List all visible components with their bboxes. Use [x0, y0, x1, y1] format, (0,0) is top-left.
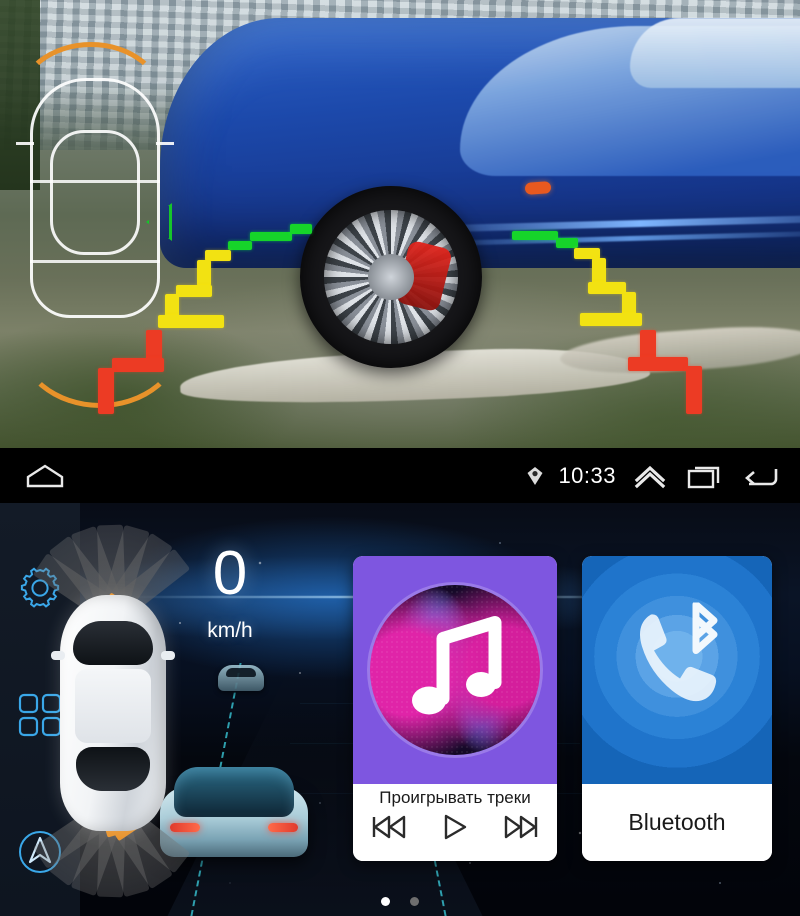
guideline-seg — [98, 368, 114, 414]
page-dot-1[interactable] — [381, 897, 390, 906]
page-dot-2[interactable] — [410, 897, 419, 906]
guideline-seg — [588, 282, 626, 294]
album-art — [367, 582, 543, 758]
bluetooth-widget-title: Bluetooth — [628, 809, 726, 835]
chevron-up-icon[interactable] — [624, 448, 676, 503]
music-note-icon — [403, 613, 507, 728]
guideline-seg — [512, 231, 558, 240]
guideline-seg — [112, 358, 164, 372]
clock-label: 10:33 — [558, 462, 616, 488]
guideline-seg — [580, 313, 642, 326]
guideline-seg — [250, 232, 292, 241]
camera-car-wheel — [300, 186, 482, 368]
status-clock: 10:33 — [550, 448, 624, 503]
music-artwork-panel — [353, 556, 557, 784]
bluetooth-icon-panel — [582, 556, 772, 784]
page-indicator — [0, 897, 800, 906]
guideline-seg — [158, 315, 224, 328]
skip-previous-icon[interactable] — [371, 814, 407, 840]
recent-apps-icon[interactable] — [676, 448, 734, 503]
guideline-seg — [290, 224, 312, 234]
home-icon[interactable] — [22, 459, 68, 493]
bluetooth-phone-icon — [618, 600, 736, 719]
home-screen: 0 km/h Проигрывать треки Bluetooth — [0, 503, 800, 916]
bluetooth-label-panel: Bluetooth — [582, 784, 772, 861]
guideline-seg — [592, 258, 606, 284]
camera-car-window — [630, 18, 800, 88]
guideline-seg — [197, 260, 211, 286]
android-navigation-bar: 10:33 — [0, 448, 800, 503]
guideline-seg — [228, 241, 252, 250]
road-car-distant — [218, 665, 264, 691]
camera-side-reflector — [524, 181, 552, 195]
guideline-seg — [686, 366, 702, 414]
music-widget[interactable]: Проигрывать треки — [353, 556, 557, 861]
bluetooth-widget[interactable]: Bluetooth — [582, 556, 772, 861]
own-vehicle-top-view — [51, 595, 175, 831]
music-widget-title: Проигрывать треки — [379, 788, 531, 807]
guideline-seg — [556, 238, 578, 248]
music-control-panel: Проигрывать треки — [353, 784, 557, 861]
back-arrow-icon[interactable] — [734, 448, 800, 503]
gps-location-icon — [520, 448, 550, 503]
guideline-seg — [176, 285, 212, 297]
camera-wheel-rim — [324, 210, 458, 344]
rear-view-camera[interactable] — [0, 0, 800, 448]
skip-next-icon[interactable] — [503, 814, 539, 840]
parking-sensor-radar — [28, 521, 198, 901]
guideline-seg — [628, 357, 688, 371]
media-controls — [371, 813, 539, 841]
play-icon[interactable] — [441, 813, 469, 841]
camera-brake-caliper — [394, 239, 454, 313]
distance-arc-upper — [16, 42, 166, 162]
